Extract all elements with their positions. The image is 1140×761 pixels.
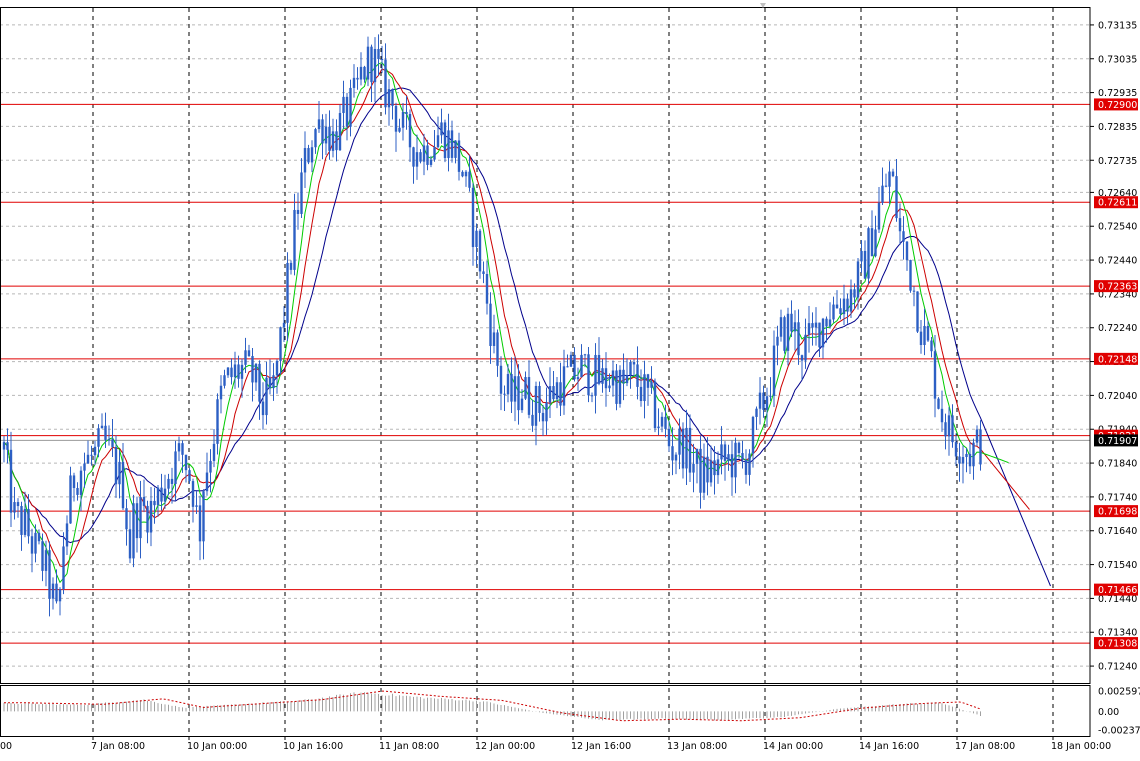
svg-text:0.71698: 0.71698 <box>1098 507 1137 518</box>
y-tick-label: 0.72240 <box>1098 323 1137 334</box>
osc-tick-label: -0.002379 <box>1098 726 1140 737</box>
level-price-tag: 0.72148 <box>1094 352 1138 365</box>
svg-text:0.72363: 0.72363 <box>1098 282 1137 293</box>
x-tick-label: 14 Jan 16:00 <box>859 741 919 752</box>
svg-text:0.71466: 0.71466 <box>1098 585 1137 596</box>
osc-tick-label: 0.002597 <box>1098 687 1140 698</box>
candle[interactable] <box>916 291 919 333</box>
y-tick-label: 0.71840 <box>1098 459 1137 470</box>
candle[interactable] <box>909 259 912 293</box>
candle[interactable] <box>618 365 622 408</box>
level-price-tag: 0.72611 <box>1094 196 1138 209</box>
candle[interactable] <box>937 397 940 410</box>
x-tick-label: 00 <box>0 741 12 752</box>
x-tick-label: 17 Jan 08:00 <box>955 741 1015 752</box>
svg-text:0.71907: 0.71907 <box>1098 436 1137 447</box>
y-tick-label: 0.73135 <box>1098 20 1137 31</box>
y-tick-label: 0.73035 <box>1098 54 1137 65</box>
svg-text:0.71308: 0.71308 <box>1098 639 1137 650</box>
bid-price-tag: 0.71907 <box>1094 434 1138 447</box>
svg-text:0.72611: 0.72611 <box>1098 198 1137 209</box>
y-tick-label: 0.71740 <box>1098 492 1137 503</box>
candle[interactable] <box>443 119 447 163</box>
level-price-tag: 0.71308 <box>1094 637 1138 650</box>
y-tick-label: 0.72935 <box>1098 88 1137 99</box>
x-tick-label: 7 Jan 08:00 <box>91 741 145 752</box>
x-tick-label: 13 Jan 08:00 <box>667 741 727 752</box>
y-tick-label: 0.71540 <box>1098 560 1137 571</box>
y-tick-label: 0.72540 <box>1098 222 1137 233</box>
x-tick-label: 12 Jan 00:00 <box>475 741 535 752</box>
x-tick-label: 14 Jan 00:00 <box>763 741 823 752</box>
x-tick-label: 18 Jan 00:00 <box>1051 741 1111 752</box>
osc-tick-label: 0.00 <box>1098 707 1119 718</box>
svg-text:0.72148: 0.72148 <box>1098 354 1137 365</box>
x-tick-label: 11 Jan 08:00 <box>379 741 439 752</box>
svg-text:0.72900: 0.72900 <box>1098 100 1137 111</box>
x-tick-label: 12 Jan 16:00 <box>571 741 631 752</box>
y-tick-label: 0.71240 <box>1098 662 1137 673</box>
x-tick-label: 10 Jan 00:00 <box>187 741 247 752</box>
y-tick-label: 0.72040 <box>1098 391 1137 402</box>
candle[interactable] <box>783 315 786 354</box>
level-price-tag: 0.72900 <box>1094 98 1138 111</box>
level-price-tag: 0.71698 <box>1094 505 1138 518</box>
level-price-tag: 0.72363 <box>1094 280 1138 293</box>
forex-chart[interactable]: 0.73135 0.73035 0.72935 0.72835 0.72735 0.726… <box>0 0 1140 757</box>
candle[interactable] <box>478 228 482 279</box>
y-tick-label: 0.72835 <box>1098 122 1137 133</box>
level-price-tag: 0.71466 <box>1094 583 1138 596</box>
candle[interactable] <box>867 226 870 285</box>
y-tick-label: 0.71640 <box>1098 526 1137 537</box>
y-tick-label: 0.72735 <box>1098 156 1137 167</box>
candle[interactable] <box>587 347 590 403</box>
y-tick-label: 0.72440 <box>1098 256 1137 267</box>
x-tick-label: 10 Jan 16:00 <box>283 741 343 752</box>
candle[interactable] <box>132 494 135 568</box>
chart-svg: 0.73135 0.73035 0.72935 0.72835 0.72735 0.726… <box>0 0 1140 757</box>
candle[interactable] <box>615 363 618 411</box>
candle[interactable] <box>653 378 657 433</box>
